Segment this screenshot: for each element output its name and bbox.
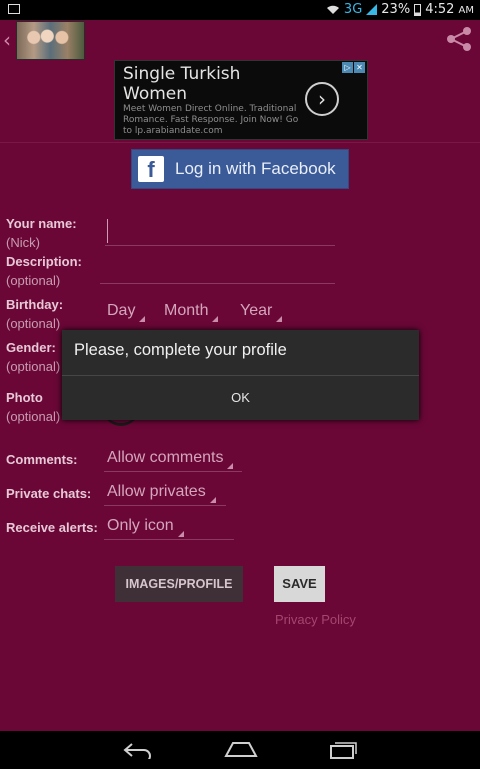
nav-recents-icon[interactable] [328,740,358,760]
privacy-policy-link[interactable]: Privacy Policy [275,612,356,627]
description-input[interactable] [100,258,335,284]
gender-label: Gender: (optional) [6,340,61,374]
facebook-login-label: Log in with Facebook [175,159,336,178]
alert-dialog: Please, complete your profile OK [62,330,419,420]
clock: 4:52 AM [425,2,474,17]
birthday-label: Birthday: (optional) [6,297,64,331]
battery-icon [414,3,422,16]
network-type: 3G [343,2,363,17]
status-bar: 3G 23% 4:52 AM [0,0,480,20]
year-select[interactable]: Year [240,302,283,322]
month-select[interactable]: Month [164,302,220,322]
images-profile-button[interactable]: IMAGES/PROFILE [115,566,243,602]
day-select[interactable]: Day [107,302,147,322]
signal-icon [366,4,378,15]
receive-alerts-underline [104,517,234,540]
back-icon[interactable]: ‹ [3,28,11,52]
divider [0,142,480,143]
ad-close-icon[interactable]: ▷ ✕ [342,62,365,73]
photo-label: Photo (optional) [6,390,61,424]
notification-icon [8,4,20,14]
private-chats-label: Private chats: [6,486,92,501]
dialog-message: Please, complete your profile [74,341,287,359]
comments-underline [104,449,242,472]
app-logo[interactable] [16,21,85,60]
navigation-bar [0,731,480,769]
battery-percent: 23% [381,2,411,17]
save-button[interactable]: SAVE [274,566,325,602]
app-bar: ‹ [0,20,480,60]
ad-title: Single Turkish Women [123,64,241,104]
dialog-ok-button[interactable]: OK [62,376,419,420]
comments-label: Comments: [6,452,78,467]
facebook-icon: f [138,156,164,182]
ad-arrow-icon[interactable]: › [305,82,339,116]
name-label: Your name: (Nick) [6,216,77,250]
receive-alerts-label: Receive alerts: [6,520,98,535]
name-input[interactable] [105,220,335,246]
nav-home-icon[interactable] [224,740,258,758]
ad-body: Meet Women Direct Online. Traditional Ro… [123,104,299,136]
share-icon[interactable] [444,24,474,54]
facebook-login-button[interactable]: f Log in with Facebook [131,149,349,189]
ad-banner[interactable]: Single Turkish Women Meet Women Direct O… [114,60,368,140]
wifi-icon [326,5,339,14]
private-chats-underline [104,483,226,506]
description-label: Description: (optional) [6,254,82,288]
nav-back-icon[interactable] [122,741,154,759]
